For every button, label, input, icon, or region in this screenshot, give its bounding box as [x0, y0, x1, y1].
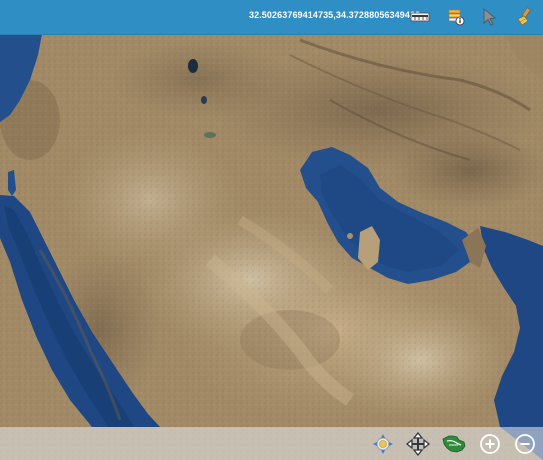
- satellite-map[interactable]: [0, 0, 543, 460]
- map-viewport[interactable]: [0, 0, 543, 460]
- eraser-brush-icon: [517, 7, 531, 26]
- zoom-out-button[interactable]: [512, 431, 538, 457]
- scale-ruler-button[interactable]: [409, 6, 431, 28]
- zoom-in-icon: [480, 434, 500, 454]
- full-extent-button[interactable]: [441, 431, 467, 457]
- layers-info-button[interactable]: [445, 6, 467, 28]
- locate-icon: [373, 434, 393, 454]
- locate-button[interactable]: [370, 431, 396, 457]
- pan-move-icon: [406, 432, 430, 456]
- layers-info-icon: [448, 9, 465, 26]
- zoom-in-button[interactable]: [477, 431, 503, 457]
- scale-ruler-icon: [410, 12, 430, 22]
- map-app: 32.50263769414735,34.37288056349422: [0, 0, 543, 460]
- full-extent-map-icon: [442, 435, 466, 453]
- pointer-cursor-icon: [483, 8, 497, 26]
- pointer-select-button[interactable]: [479, 6, 501, 28]
- eraser-button[interactable]: [514, 6, 536, 28]
- bottom-control-bar: [0, 427, 543, 460]
- top-toolbar: 32.50263769414735,34.37288056349422: [0, 0, 543, 35]
- pan-button[interactable]: [405, 431, 431, 457]
- coordinate-readout: 32.50263769414735,34.37288056349422: [249, 10, 421, 20]
- zoom-out-icon: [515, 434, 535, 454]
